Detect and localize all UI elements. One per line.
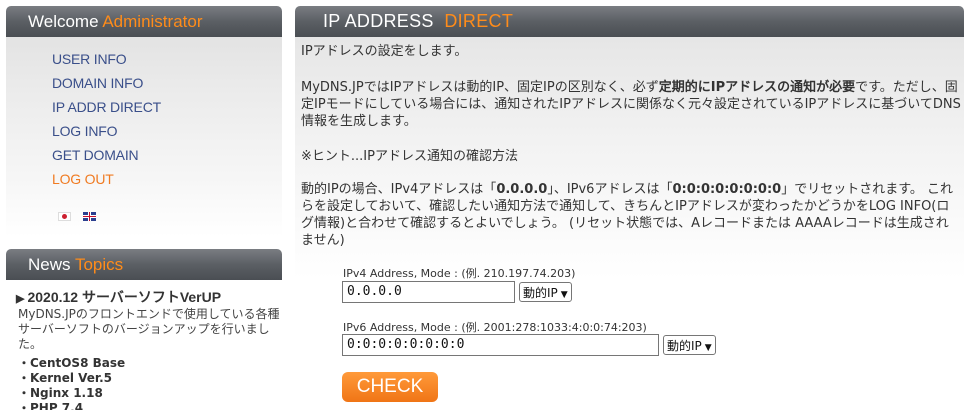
news-header: News Topics [6,249,282,280]
menu-ip-addr-direct[interactable]: IP ADDR DIRECT [52,99,161,115]
ipv4-input[interactable]: 0.0.0.0 [342,281,515,303]
uk-flag-icon[interactable] [83,212,96,221]
notice-paragraph: MyDNS.JPではIPアドレスは動的IP、固定IPの区別なく、必ず定期的にIP… [301,80,961,129]
ipv4-label: IPv4 Address, Mode : (例. 210.197.74.203) [343,267,576,280]
reset-paragraph: 動的IPの場合、IPv4アドレスは「0.0.0.0」、IPv6アドレスは「0:0… [301,182,954,248]
check-button[interactable]: CHECK [342,372,438,402]
news-item-title: ▶ 2020.12 サーバーソフトVerUP [16,289,222,305]
welcome-header: Welcome Administrator [6,6,282,37]
page-header: IP ADDRESS DIRECT [295,6,964,37]
welcome-text: Welcome Administrator [28,12,203,31]
menu-panel: USER INFO DOMAIN INFO IP ADDR DIRECT LOG… [6,37,282,237]
chevron-down-icon: ▼ [560,290,568,300]
triangle-right-icon: ▶ [16,293,25,305]
page-title: IP ADDRESS DIRECT [323,11,514,31]
menu-log-info[interactable]: LOG INFO [52,123,117,139]
menu-log-out[interactable]: LOG OUT [52,171,114,187]
ipv6-mode-select[interactable]: 動的IP ▼ [663,335,716,355]
japan-flag-icon[interactable] [58,212,71,221]
chevron-down-icon: ▼ [704,343,712,353]
intro-text: IPアドレスの設定をします。 [301,44,468,59]
menu-domain-info[interactable]: DOMAIN INFO [52,75,143,91]
ipv6-label: IPv6 Address, Mode : (例. 2001:278:1033:4… [343,321,647,334]
news-item-body: MyDNS.JPのフロントエンドで使用している各種サーバーソフトのバージョンアッ… [18,307,280,351]
menu-get-domain[interactable]: GET DOMAIN [52,147,139,163]
ipv4-mode-select[interactable]: 動的IP ▼ [519,282,572,302]
news-list-item: ・PHP 7.4 [18,401,84,410]
ipv6-input[interactable]: 0:0:0:0:0:0:0:0 [342,334,659,356]
news-header-text: News Topics [28,255,124,274]
menu-user-info[interactable]: USER INFO [52,51,127,67]
notice-emphasis: 定期的にIPアドレスの通知が必要 [658,80,856,95]
hint-text: ※ヒント...IPアドレス通知の確認方法 [301,149,518,164]
